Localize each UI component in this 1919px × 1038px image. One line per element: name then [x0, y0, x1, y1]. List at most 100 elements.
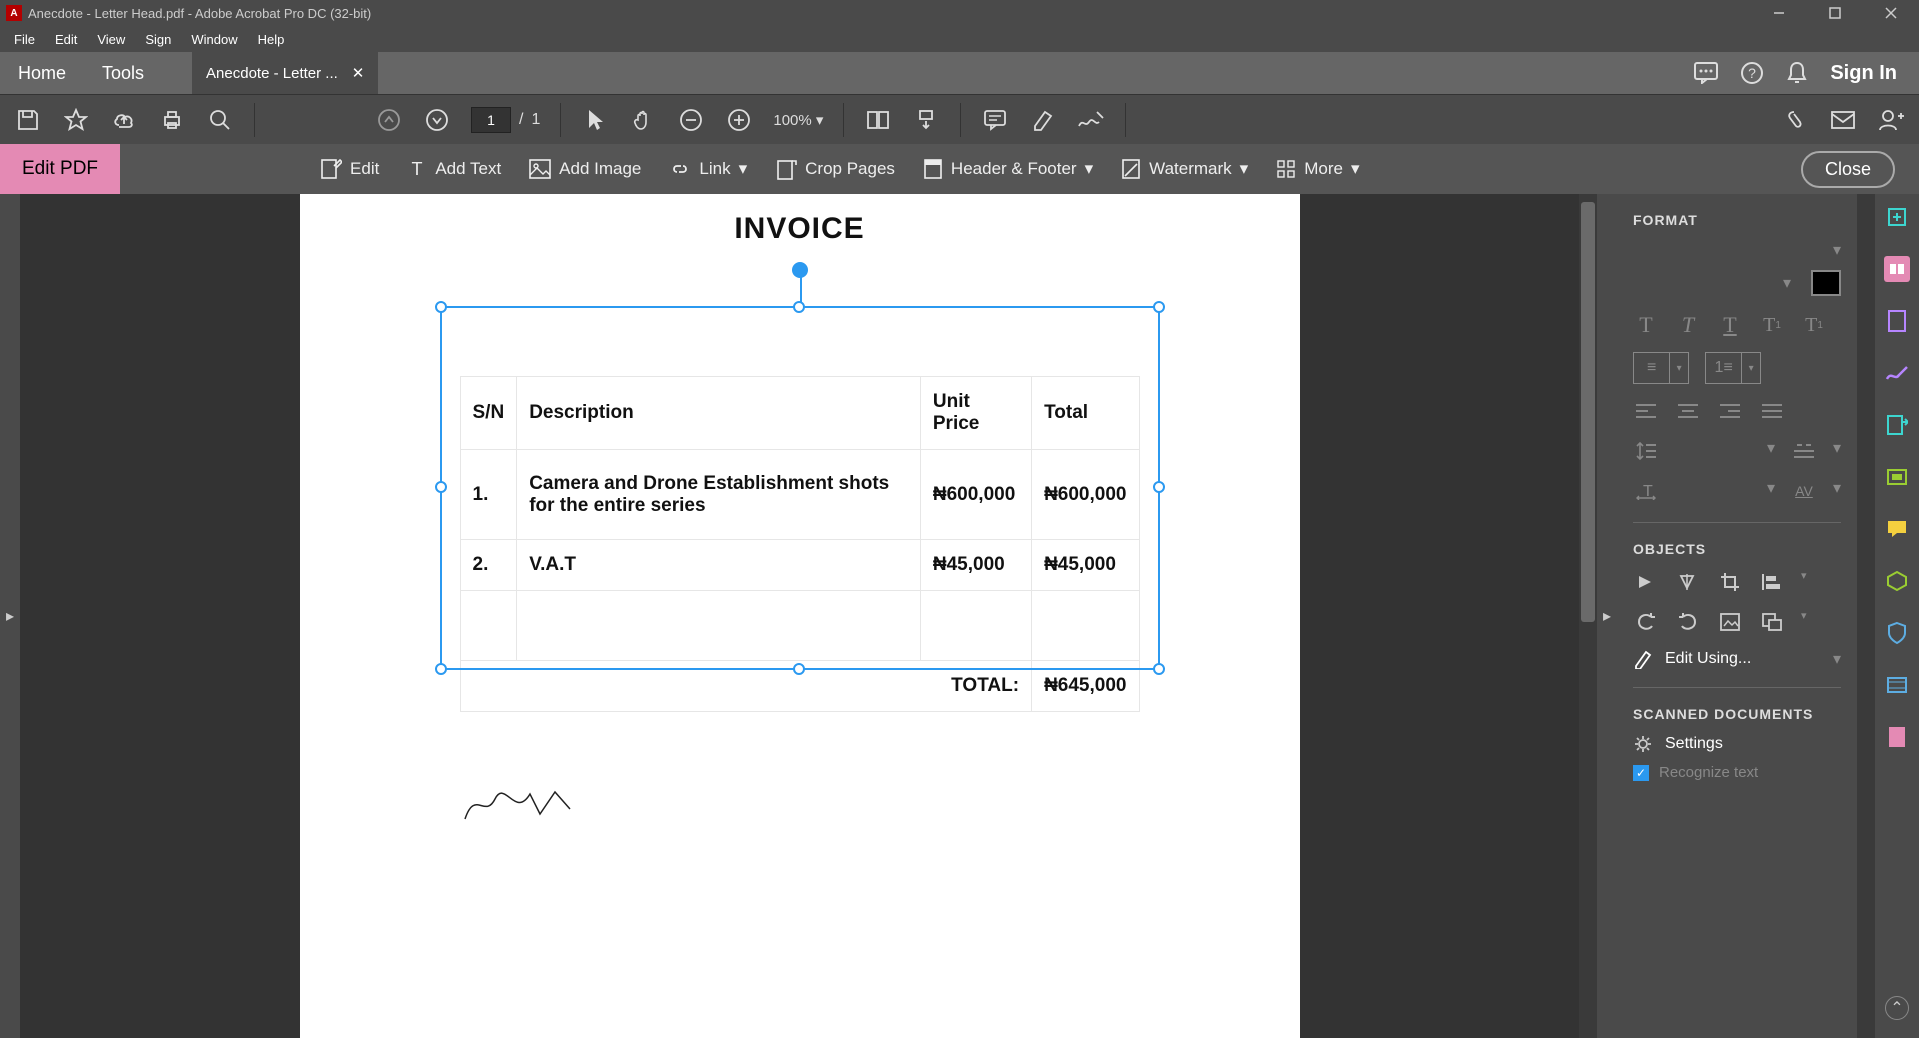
- align-obj-icon[interactable]: [1759, 569, 1785, 595]
- menu-sign[interactable]: Sign: [135, 28, 181, 51]
- rail-organize-icon[interactable]: [1884, 412, 1910, 438]
- rail-edit-icon[interactable]: [1884, 256, 1910, 282]
- bullet-list-icon[interactable]: ≡▾: [1633, 352, 1689, 384]
- print-icon[interactable]: [158, 106, 186, 134]
- horizontal-scale-icon[interactable]: T: [1633, 478, 1659, 504]
- edit-tool-edit[interactable]: Edit: [320, 158, 379, 180]
- right-panel-toggle[interactable]: ▸: [1597, 194, 1617, 1038]
- rail-sign-icon[interactable]: [1884, 360, 1910, 386]
- maximize-button[interactable]: [1807, 0, 1863, 26]
- tab-close-icon[interactable]: ✕: [352, 64, 365, 82]
- close-window-button[interactable]: [1863, 0, 1919, 26]
- share-user-icon[interactable]: [1877, 106, 1905, 134]
- rail-protect-icon[interactable]: [1884, 620, 1910, 646]
- edit-using-dropdown[interactable]: Edit Using... ▾: [1633, 649, 1841, 669]
- comment-icon[interactable]: [1694, 62, 1718, 84]
- zoom-out-icon[interactable]: [677, 106, 705, 134]
- page-up-icon[interactable]: [375, 106, 403, 134]
- save-icon[interactable]: [14, 106, 42, 134]
- superscript-icon[interactable]: T1: [1759, 312, 1785, 338]
- page-input[interactable]: [471, 107, 511, 133]
- menu-file[interactable]: File: [4, 28, 45, 51]
- flip-v-icon[interactable]: [1633, 569, 1659, 595]
- paragraph-spacing-icon[interactable]: [1791, 438, 1817, 464]
- tab-tools[interactable]: Tools: [84, 52, 162, 94]
- resize-handle[interactable]: [435, 663, 447, 675]
- attach-icon[interactable]: [1781, 106, 1809, 134]
- char-spacing-icon[interactable]: AV: [1791, 478, 1817, 504]
- scanned-settings[interactable]: Settings: [1633, 734, 1841, 754]
- rail-combine-icon[interactable]: [1884, 568, 1910, 594]
- mail-icon[interactable]: [1829, 106, 1857, 134]
- rotate-cw-icon[interactable]: [1675, 609, 1701, 635]
- menu-view[interactable]: View: [87, 28, 135, 51]
- line-spacing-icon[interactable]: [1633, 438, 1659, 464]
- rail-comment-icon[interactable]: [1884, 516, 1910, 542]
- edit-tool-more[interactable]: More ▾: [1276, 159, 1359, 179]
- close-editpdf-button[interactable]: Close: [1801, 151, 1895, 188]
- panel-scrollbar[interactable]: [1857, 194, 1875, 1038]
- edit-tool-addtext[interactable]: TAdd Text: [407, 159, 501, 179]
- bold-icon[interactable]: T: [1633, 312, 1659, 338]
- scroll-mode-icon[interactable]: [912, 106, 940, 134]
- highlight-icon[interactable]: [1029, 106, 1057, 134]
- edit-tool-crop[interactable]: Crop Pages: [775, 158, 895, 180]
- hand-icon[interactable]: [629, 106, 657, 134]
- rail-redact-icon[interactable]: [1884, 724, 1910, 750]
- color-swatch[interactable]: [1811, 270, 1841, 296]
- menu-window[interactable]: Window: [181, 28, 247, 51]
- sticky-note-icon[interactable]: [981, 106, 1009, 134]
- number-list-icon[interactable]: 1≡▾: [1705, 352, 1761, 384]
- star-icon[interactable]: [62, 106, 90, 134]
- cloud-icon[interactable]: [110, 106, 138, 134]
- minimize-button[interactable]: [1751, 0, 1807, 26]
- tab-document[interactable]: Anecdote - Letter ... ✕: [192, 52, 378, 94]
- sign-in-button[interactable]: Sign In: [1830, 62, 1897, 85]
- subscript-icon[interactable]: T1: [1801, 312, 1827, 338]
- underline-icon[interactable]: T: [1717, 312, 1743, 338]
- flip-h-icon[interactable]: [1675, 569, 1701, 595]
- crop-obj-icon[interactable]: [1717, 569, 1743, 595]
- replace-image-icon[interactable]: [1717, 609, 1743, 635]
- rotate-ccw-icon[interactable]: [1633, 609, 1659, 635]
- resize-handle[interactable]: [435, 301, 447, 313]
- rail-create-icon[interactable]: [1884, 204, 1910, 230]
- menu-edit[interactable]: Edit: [45, 28, 87, 51]
- resize-handle[interactable]: [435, 481, 447, 493]
- zoom-in-icon[interactable]: [725, 106, 753, 134]
- edit-tool-addimage[interactable]: Add Image: [529, 159, 641, 179]
- edit-tool-link[interactable]: Link ▾: [669, 158, 747, 180]
- resize-handle[interactable]: [793, 663, 805, 675]
- scrollbar-thumb[interactable]: [1581, 202, 1595, 622]
- align-justify-icon[interactable]: [1759, 398, 1785, 424]
- selection-box[interactable]: [440, 306, 1160, 670]
- tab-home[interactable]: Home: [0, 52, 84, 94]
- resize-handle[interactable]: [1153, 301, 1165, 313]
- doc-vertical-scrollbar[interactable]: [1579, 194, 1597, 1038]
- pdf-page[interactable]: INVOICE S/N Description Unit Price Total…: [300, 194, 1300, 1038]
- italic-icon[interactable]: T: [1675, 312, 1701, 338]
- search-icon[interactable]: [206, 106, 234, 134]
- edit-tool-header[interactable]: Header & Footer ▾: [923, 158, 1093, 180]
- cursor-icon[interactable]: [581, 106, 609, 134]
- bell-icon[interactable]: [1786, 61, 1808, 85]
- arrange-icon[interactable]: [1759, 609, 1785, 635]
- rail-collapse-icon[interactable]: ⌃: [1885, 996, 1909, 1020]
- help-icon[interactable]: ?: [1740, 61, 1764, 85]
- recognize-text-checkbox[interactable]: ✓ Recognize text: [1633, 764, 1841, 781]
- resize-handle[interactable]: [793, 301, 805, 313]
- zoom-level[interactable]: 100% ▾: [773, 111, 823, 129]
- rail-export-icon[interactable]: [1884, 308, 1910, 334]
- sign-tool-icon[interactable]: [1077, 106, 1105, 134]
- resize-handle[interactable]: [1153, 481, 1165, 493]
- edit-tool-watermark[interactable]: Watermark ▾: [1121, 158, 1248, 180]
- rail-send-icon[interactable]: [1884, 464, 1910, 490]
- resize-handle[interactable]: [1153, 663, 1165, 675]
- left-panel-toggle[interactable]: ▸: [0, 194, 20, 1038]
- align-center-icon[interactable]: [1675, 398, 1701, 424]
- menu-help[interactable]: Help: [248, 28, 295, 51]
- page-down-icon[interactable]: [423, 106, 451, 134]
- align-right-icon[interactable]: [1717, 398, 1743, 424]
- fit-width-icon[interactable]: [864, 106, 892, 134]
- align-left-icon[interactable]: [1633, 398, 1659, 424]
